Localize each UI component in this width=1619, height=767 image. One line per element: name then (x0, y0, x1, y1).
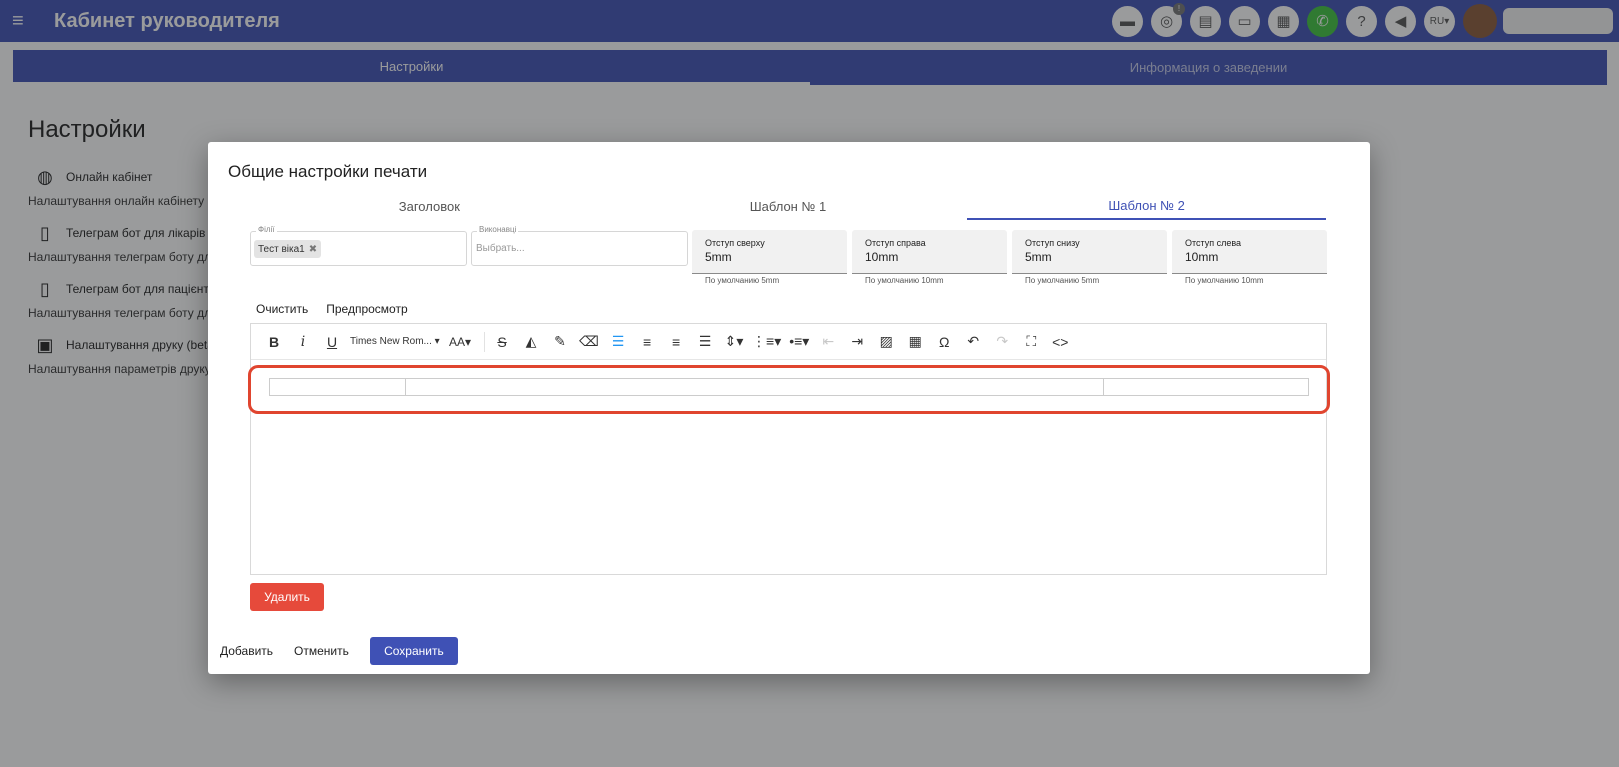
line-height-icon[interactable]: ⇕▾ (723, 331, 745, 353)
underline-button[interactable]: U (321, 331, 343, 353)
margin-left-hint: По умолчанию 10mm (1185, 276, 1264, 285)
special-char-icon[interactable]: Ω (933, 331, 955, 353)
align-center-icon[interactable]: ≡ (636, 331, 658, 353)
margin-left-field[interactable]: Отступ слева 10mm (1172, 230, 1327, 274)
code-view-icon[interactable]: <> (1049, 331, 1071, 353)
tab-template-2[interactable]: Шаблон № 2 (967, 192, 1326, 220)
bullet-list-icon[interactable]: •≡▾ (788, 331, 810, 353)
indent-icon[interactable]: ⇥ (846, 331, 868, 353)
margin-top-field[interactable]: Отступ сверху 5mm (692, 230, 847, 274)
save-button[interactable]: Сохранить (369, 637, 458, 665)
align-left-icon[interactable]: ☰ (607, 331, 629, 353)
cancel-button[interactable]: Отменить (294, 637, 349, 665)
bold-button[interactable]: B (263, 331, 285, 353)
font-family-select[interactable]: Times New Rom... ▾ (350, 331, 442, 353)
image-icon[interactable]: ▨ (875, 331, 897, 353)
tab-template-1[interactable]: Шаблон № 1 (609, 192, 968, 220)
table-icon[interactable]: ▦ (904, 331, 926, 353)
clear-format-icon[interactable]: ⌫ (578, 331, 600, 353)
highlight-box (248, 365, 1330, 414)
print-settings-dialog: Общие настройки печати Заголовок Шаблон … (208, 142, 1370, 674)
margin-right-field[interactable]: Отступ справа 10mm (852, 230, 1007, 274)
toolbar-divider (484, 331, 486, 352)
margin-top-hint: По умолчанию 5mm (705, 276, 780, 285)
italic-button[interactable]: i (292, 331, 314, 353)
rich-text-editor[interactable]: B i U Times New Rom... ▾ AA ▾ S ◭ ✎ ⌫ ☰ ≡… (250, 323, 1327, 575)
branch-chip: Тест віка1 ✖ (254, 240, 322, 258)
align-justify-icon[interactable]: ☰ (694, 331, 716, 353)
highlight-icon[interactable]: ✎ (549, 331, 571, 353)
delete-button[interactable]: Удалить (250, 583, 324, 611)
editor-actions: Очистить Предпросмотр (256, 302, 426, 316)
ordered-list-icon[interactable]: ⋮≡▾ (752, 331, 781, 353)
margin-bottom-field[interactable]: Отступ снизу 5mm (1012, 230, 1167, 274)
template-tabs: Заголовок Шаблон № 1 Шаблон № 2 (250, 192, 1326, 220)
remove-chip-icon[interactable]: ✖ (309, 244, 317, 255)
executors-select[interactable]: Виконавці Выбрать... (471, 225, 688, 266)
align-right-icon[interactable]: ≡ (665, 331, 687, 353)
margin-right-hint: По умолчанию 10mm (865, 276, 944, 285)
margin-bottom-hint: По умолчанию 5mm (1025, 276, 1100, 285)
editor-toolbar: B i U Times New Rom... ▾ AA ▾ S ◭ ✎ ⌫ ☰ ≡… (251, 324, 1326, 360)
dialog-footer: Добавить Отменить Сохранить (220, 637, 458, 665)
undo-icon[interactable]: ↶ (962, 331, 984, 353)
dialog-title: Общие настройки печати (228, 162, 428, 181)
add-button[interactable]: Добавить (220, 637, 273, 665)
preview-button[interactable]: Предпросмотр (326, 302, 407, 316)
clear-button[interactable]: Очистить (256, 302, 308, 316)
redo-icon[interactable]: ↷ (991, 331, 1013, 353)
outdent-icon[interactable]: ⇤ (817, 331, 839, 353)
tab-header[interactable]: Заголовок (250, 192, 609, 220)
fullscreen-icon[interactable]: ⛶ (1020, 331, 1042, 353)
font-size-button[interactable]: AA ▾ (449, 331, 471, 353)
branches-select[interactable]: Філії Тест віка1 ✖ (250, 225, 467, 266)
font-color-icon[interactable]: ◭ (520, 331, 542, 353)
strikethrough-button[interactable]: S (491, 331, 513, 353)
